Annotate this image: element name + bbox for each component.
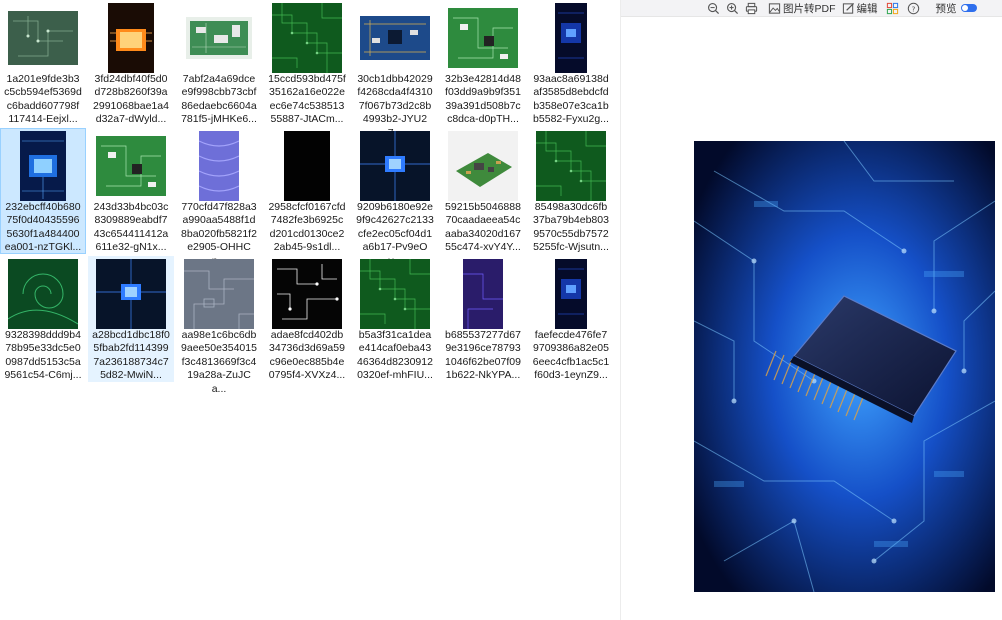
zoom-in-icon — [727, 2, 739, 14]
file-item[interactable]: 9328398ddd9b478b95e33dc5e00987dd5153c5a9… — [0, 256, 86, 382]
file-thumbnail — [360, 131, 430, 201]
file-name: aa98e1c6bc6db9aee50e354015f3c4813669f3c4… — [181, 329, 257, 395]
edit-label: 编辑 — [856, 2, 878, 15]
file-name: 85498a30dc6fb37ba79b4eb8039570c55db75725… — [533, 201, 609, 254]
file-thumbnail — [463, 259, 503, 329]
image-viewer-panel: 图片转PDF 编辑 ? 预览 — [620, 0, 1002, 620]
file-item[interactable]: adae8fcd402db34736d3d69a59c96e0ec885b4e0… — [264, 256, 350, 382]
printer-icon — [745, 2, 758, 14]
file-thumbnail — [272, 259, 342, 329]
preview-toggle[interactable]: 预览 — [934, 0, 977, 17]
file-name: adae8fcd402db34736d3d69a59c96e0ec885b4e0… — [268, 329, 346, 382]
file-thumbnail — [186, 17, 252, 59]
file-item[interactable]: 1a201e9fde3b3c5cb594ef5369dc6badd607798f… — [0, 0, 86, 126]
file-thumbnail — [360, 259, 430, 329]
file-name: a28bcd1dbc18f05fbab2fd1143997a236188734c… — [92, 329, 170, 382]
image-pdf-icon — [768, 2, 781, 14]
file-name: 2958cfcf0167cfd7482fe3b6925cd201cd0130ce… — [268, 201, 346, 254]
file-item[interactable]: 232ebcff40b68075f0d404355965630f1a484400… — [0, 128, 86, 254]
file-item[interactable]: 7abf2a4a69dcee9f998cbb73cbf86edaebc6604a… — [176, 0, 262, 126]
file-thumbnail — [8, 259, 78, 329]
file-item[interactable]: 85498a30dc6fb37ba79b4eb8039570c55db75725… — [528, 128, 614, 254]
file-thumbnail — [284, 131, 330, 201]
file-name: 59215b504688870caadaeea54caaba34020d1675… — [445, 201, 521, 254]
file-item[interactable]: 32b3e42814d48f03dd9a9b9f35139a391d508b7c… — [440, 0, 526, 126]
file-item[interactable]: faefecde476fe79709386a82e056eec4cfb1ac5c… — [528, 256, 614, 382]
file-grid: 1a201e9fde3b3c5cb594ef5369dc6badd607798f… — [0, 0, 620, 620]
file-item[interactable]: 9209b6180e92e9f9c42627c2133cfe2ec05cf04d… — [352, 128, 438, 267]
edit-button[interactable]: 编辑 — [842, 0, 878, 17]
viewer-toolbar: 图片转PDF 编辑 ? 预览 — [621, 0, 1002, 17]
circuit-chip-image — [694, 141, 995, 592]
zoom-out-icon — [708, 2, 720, 14]
file-item[interactable]: 770cfd47f828a3a990aa5488f1d8ba020fb5821f… — [176, 128, 262, 267]
file-item[interactable]: 2958cfcf0167cfd7482fe3b6925cd201cd0130ce… — [264, 128, 350, 254]
file-thumbnail — [536, 131, 606, 201]
file-name: 1a201e9fde3b3c5cb594ef5369dc6badd607798f… — [4, 73, 82, 126]
file-name: 93aac8a69138daf3585d8ebdcfdb358e07e3ca1b… — [533, 73, 609, 126]
image-to-pdf-button[interactable]: 图片转PDF — [768, 0, 836, 17]
apps-icon — [886, 2, 898, 14]
preview-label: 预览 — [935, 2, 957, 15]
file-item[interactable]: 59215b504688870caadaeea54caaba34020d1675… — [440, 128, 526, 254]
print-button[interactable] — [745, 0, 758, 17]
file-item[interactable]: b5a3f31ca1deae414caf0eba4346364d82309120… — [352, 256, 438, 382]
apps-button[interactable] — [886, 0, 899, 17]
file-name: 232ebcff40b68075f0d404355965630f1a484400… — [4, 201, 82, 254]
file-thumbnail — [448, 8, 518, 68]
file-name: b5a3f31ca1deae414caf0eba4346364d82309120… — [357, 329, 433, 382]
file-thumbnail — [96, 259, 166, 329]
edit-icon — [842, 2, 854, 14]
image-to-pdf-label: 图片转PDF — [783, 2, 836, 15]
svg-text:?: ? — [911, 4, 915, 13]
file-item[interactable]: 15ccd593bd475f35162a16e022eec6e74c538513… — [264, 0, 350, 126]
file-thumbnail — [8, 11, 78, 65]
file-item[interactable]: a28bcd1dbc18f05fbab2fd1143997a236188734c… — [88, 256, 174, 382]
file-thumbnail — [448, 131, 518, 201]
file-item[interactable]: 30cb1dbb42029f4268cda4f43107f067b73d2c8b… — [352, 0, 438, 139]
file-thumbnail — [20, 131, 66, 201]
file-name: 7abf2a4a69dcee9f998cbb73cbf86edaebc6604a… — [181, 73, 257, 126]
file-thumbnail — [96, 136, 166, 196]
file-item[interactable]: aa98e1c6bc6db9aee50e354015f3c4813669f3c4… — [176, 256, 262, 395]
file-item[interactable]: 243d33b4bc03c8309889eabdf743c654411412a6… — [88, 128, 174, 254]
file-thumbnail — [360, 16, 430, 60]
file-name: 15ccd593bd475f35162a16e022eec6e74c538513… — [268, 73, 346, 126]
help-icon: ? — [907, 2, 919, 14]
zoom-out-button[interactable] — [707, 0, 720, 17]
preview-image — [694, 141, 995, 592]
file-thumbnail — [199, 131, 239, 201]
file-thumbnail — [108, 3, 154, 73]
file-name: 3fd24dbf40f5d0d728b8260f39a2991068bae1a4… — [93, 73, 169, 126]
file-thumbnail — [272, 3, 342, 73]
help-button[interactable]: ? — [907, 0, 920, 17]
zoom-in-button[interactable] — [726, 0, 739, 17]
file-name: 9328398ddd9b478b95e33dc5e00987dd5153c5a9… — [4, 329, 82, 382]
file-name: 243d33b4bc03c8309889eabdf743c654411412a6… — [93, 201, 169, 254]
file-thumbnail — [555, 259, 587, 329]
file-name: faefecde476fe79709386a82e056eec4cfb1ac5c… — [532, 329, 610, 382]
file-item[interactable]: b685537277d679e3196ce787931046f62be07f09… — [440, 256, 526, 382]
file-item[interactable]: 93aac8a69138daf3585d8ebdcfdb358e07e3ca1b… — [528, 0, 614, 126]
file-name: 32b3e42814d48f03dd9a9b9f35139a391d508b7c… — [445, 73, 521, 126]
file-thumbnail — [555, 3, 587, 73]
preview-toggle-switch[interactable] — [960, 4, 977, 12]
file-name: b685537277d679e3196ce787931046f62be07f09… — [445, 329, 521, 382]
file-thumbnail — [184, 259, 254, 329]
file-item[interactable]: 3fd24dbf40f5d0d728b8260f39a2991068bae1a4… — [88, 0, 174, 126]
